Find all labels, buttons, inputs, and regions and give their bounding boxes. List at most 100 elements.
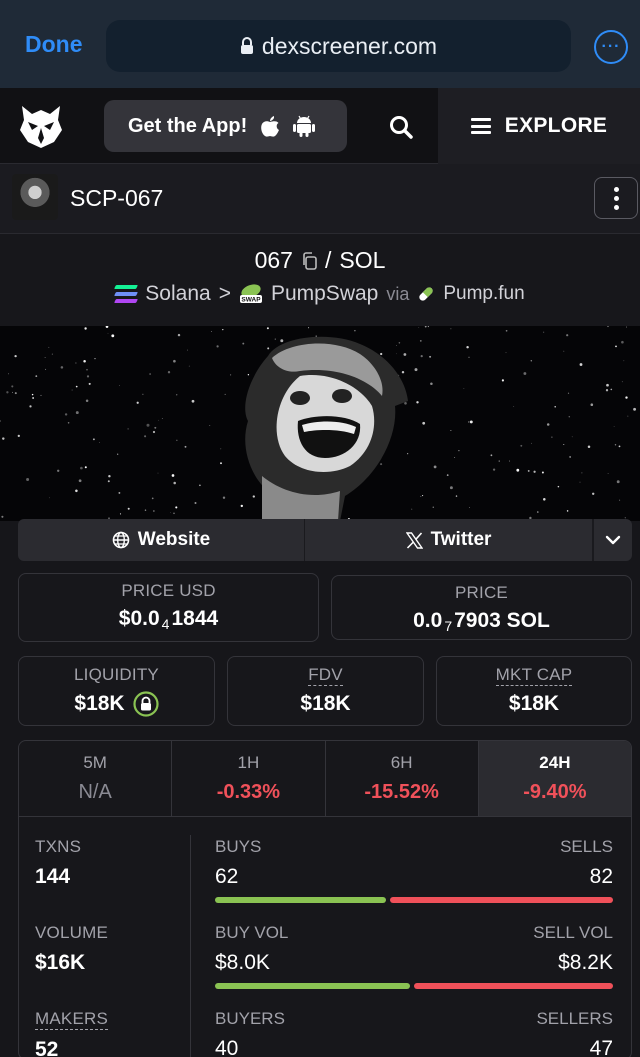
banner-star [49, 497, 50, 499]
banner-star [75, 362, 77, 364]
copy-icon[interactable] [301, 251, 317, 270]
buyers-sellers-stat: BUYERS SELLERS 40 47 [215, 1009, 613, 1057]
banner-star [161, 418, 163, 419]
banner-star [153, 510, 155, 512]
banner-star [403, 353, 407, 356]
banner-star [173, 359, 176, 363]
explore-button[interactable]: EXPLORE [438, 88, 640, 164]
makers-stat: MAKERS 52 [35, 1009, 108, 1057]
search-icon[interactable] [388, 114, 414, 140]
banner-star [149, 373, 151, 375]
more-options-icon[interactable]: ··· [594, 30, 628, 64]
banner-star [606, 383, 609, 387]
twitter-button[interactable]: Twitter [305, 519, 593, 561]
banner-star [433, 465, 437, 469]
banner-star [247, 374, 250, 376]
banner-star [468, 421, 470, 423]
banner-star [414, 368, 418, 372]
done-button[interactable]: Done [25, 31, 83, 58]
banner-star [191, 399, 195, 403]
address-bar[interactable]: dexscreener.com [106, 20, 571, 72]
dex-link[interactable]: PumpSwap [271, 282, 378, 306]
banner-star [557, 485, 560, 488]
chain-breadcrumb: Solana > SWAP PumpSwap via Pump.fun [0, 282, 640, 306]
banner-star [222, 496, 226, 499]
banner-star [107, 480, 110, 483]
banner-star [48, 346, 50, 348]
banner-star [86, 375, 90, 378]
banner-star [380, 352, 383, 356]
banner-star [176, 439, 178, 441]
price-usd-card: PRICE USD $0.0 41844 [18, 573, 319, 642]
sellers-label: SELLERS [536, 1009, 613, 1028]
dexscreener-logo-icon[interactable] [18, 102, 64, 150]
banner-star [419, 340, 422, 342]
tab-5m-change: N/A [78, 781, 112, 803]
banner-star [86, 368, 88, 371]
banner-star [144, 509, 147, 511]
kebab-menu-icon[interactable] [594, 177, 638, 219]
banner-star [531, 442, 533, 444]
banner-star [469, 420, 473, 424]
banner-star [14, 354, 17, 358]
tab-5m-label: 5M [83, 753, 107, 772]
banner-star [554, 406, 556, 408]
banner-star [420, 354, 423, 358]
banner-star [563, 350, 565, 352]
banner-star [146, 423, 150, 427]
chain-link[interactable]: Solana [145, 282, 210, 306]
sell-vol-bar [414, 983, 613, 989]
banner-star [209, 425, 211, 426]
banner-star [6, 391, 9, 394]
launchpad-link[interactable]: Pump.fun [443, 283, 524, 305]
tab-24h[interactable]: 24H -9.40% [478, 741, 631, 816]
banner-star [354, 330, 356, 332]
fdv-value: $18K [300, 691, 351, 715]
x-logo-icon [405, 531, 423, 549]
banner-star [492, 468, 496, 471]
sells-value: 82 [589, 865, 613, 888]
banner-star [80, 466, 83, 470]
tab-5m[interactable]: 5M N/A [19, 741, 173, 816]
banner-star [84, 466, 87, 469]
banner-star [613, 425, 615, 427]
menu-icon [470, 118, 491, 134]
banner-star [157, 472, 159, 474]
banner-star [430, 382, 433, 385]
banner-star [75, 385, 78, 388]
pumpswap-icon: SWAP [239, 284, 262, 304]
banner-star [546, 423, 550, 426]
tab-6h[interactable]: 6H -15.52% [326, 741, 479, 816]
pump-fun-icon [419, 287, 434, 301]
banner-star [607, 472, 609, 474]
banner-star [224, 393, 226, 395]
banner-star [615, 345, 617, 348]
banner-star [416, 401, 419, 404]
expand-links-button[interactable] [593, 519, 632, 561]
banner-star [450, 328, 452, 330]
banner-star [454, 457, 456, 458]
banner-star [633, 407, 637, 411]
tab-24h-label: 24H [539, 753, 571, 772]
buys-sells-bar [215, 897, 613, 903]
get-app-button[interactable]: Get the App! [104, 100, 347, 152]
banner-star [142, 393, 144, 395]
explore-label: EXPLORE [504, 114, 608, 137]
fdv-label: FDV [308, 665, 343, 686]
volume-value: $16K [35, 951, 86, 974]
banner-star [167, 371, 171, 374]
banner-star [184, 445, 187, 448]
banner-star [240, 504, 243, 508]
banner-star [92, 438, 95, 441]
banner-star [117, 453, 119, 455]
sells-bar [390, 897, 613, 903]
website-button[interactable]: Website [18, 519, 305, 561]
tab-1h[interactable]: 1H -0.33% [172, 741, 326, 816]
locked-liquidity-icon[interactable] [132, 691, 159, 717]
banner-star [173, 512, 175, 515]
banner-star [401, 370, 405, 374]
token-name: SCP-067 [70, 185, 164, 211]
banner-star [590, 403, 594, 406]
banner-star [199, 484, 201, 487]
banner-star [119, 513, 122, 515]
